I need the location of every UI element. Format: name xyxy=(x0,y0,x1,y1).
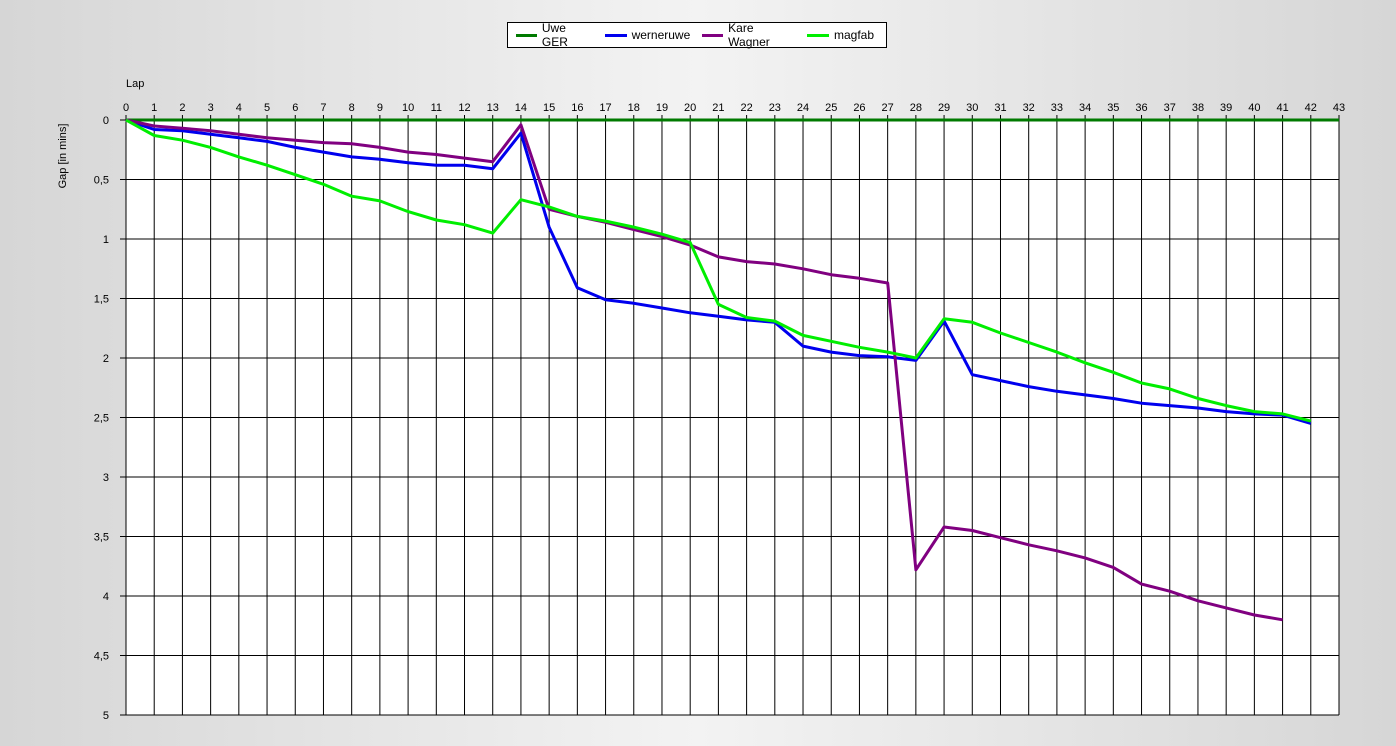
x-tick-label: 15 xyxy=(543,102,555,114)
x-tick-label: 30 xyxy=(966,102,978,114)
y-tick-label: 2,5 xyxy=(94,413,109,425)
x-tick-label: 13 xyxy=(487,102,499,114)
x-tick-label: 10 xyxy=(402,102,414,114)
x-tick-label: 43 xyxy=(1333,102,1345,114)
x-tick-label: 0 xyxy=(123,102,129,114)
x-tick-label: 2 xyxy=(179,102,185,114)
x-tick-label: 16 xyxy=(571,102,583,114)
y-tick-label: 4,5 xyxy=(94,651,109,663)
x-tick-label: 25 xyxy=(825,102,837,114)
chart-root: Uwe GER werneruwe Kare Wagner magfab 012345… xyxy=(0,0,1396,746)
x-tick-label: 24 xyxy=(797,102,809,114)
x-tick-label: 4 xyxy=(236,102,242,114)
x-tick-label: 29 xyxy=(938,102,950,114)
x-tick-label: 7 xyxy=(320,102,326,114)
x-tick-label: 42 xyxy=(1305,102,1317,114)
x-tick-label: 3 xyxy=(208,102,214,114)
x-tick-label: 9 xyxy=(377,102,383,114)
y-axis-label: Gap [in mins] xyxy=(57,124,69,189)
x-tick-label: 19 xyxy=(656,102,668,114)
x-tick-label: 28 xyxy=(910,102,922,114)
x-tick-label: 6 xyxy=(292,102,298,114)
x-tick-label: 22 xyxy=(740,102,752,114)
y-tick-label: 1 xyxy=(103,234,109,246)
x-tick-label: 41 xyxy=(1276,102,1288,114)
y-tick-label: 4 xyxy=(103,591,109,603)
x-tick-label: 27 xyxy=(882,102,894,114)
x-tick-label: 33 xyxy=(1051,102,1063,114)
y-tick-label: 0 xyxy=(103,115,109,127)
x-tick-label: 18 xyxy=(628,102,640,114)
x-tick-label: 38 xyxy=(1192,102,1204,114)
x-tick-label: 11 xyxy=(431,102,442,114)
y-tick-label: 1,5 xyxy=(94,294,109,306)
x-tick-label: 23 xyxy=(769,102,781,114)
x-tick-label: 36 xyxy=(1135,102,1147,114)
y-tick-label: 2 xyxy=(103,353,109,365)
x-tick-label: 17 xyxy=(599,102,611,114)
x-tick-label: 21 xyxy=(712,102,724,114)
x-tick-label: 14 xyxy=(515,102,527,114)
x-tick-label: 37 xyxy=(1164,102,1176,114)
x-tick-label: 12 xyxy=(458,102,470,114)
x-tick-label: 32 xyxy=(1023,102,1035,114)
x-tick-label: 40 xyxy=(1248,102,1260,114)
x-tick-label: 5 xyxy=(264,102,270,114)
x-tick-label: 26 xyxy=(853,102,865,114)
x-tick-label: 8 xyxy=(349,102,355,114)
y-tick-label: 0,5 xyxy=(94,175,109,187)
x-tick-label: 39 xyxy=(1220,102,1232,114)
y-tick-label: 5 xyxy=(103,710,109,722)
y-tick-label: 3 xyxy=(103,472,109,484)
x-tick-label: 34 xyxy=(1079,102,1091,114)
gap-chart: 0 1 2 3 4 5 6 7 8 9 10 11 12 13 14 15 16 17 18 19 20 21 22 23 24… xyxy=(57,78,1345,722)
x-tick-label: 20 xyxy=(684,102,696,114)
x-tick-label: 1 xyxy=(151,102,157,114)
y-tick-label: 3,5 xyxy=(94,532,109,544)
x-tick-label: 31 xyxy=(994,102,1006,114)
x-axis-label: Lap xyxy=(126,78,144,90)
x-tick-label: 35 xyxy=(1107,102,1119,114)
